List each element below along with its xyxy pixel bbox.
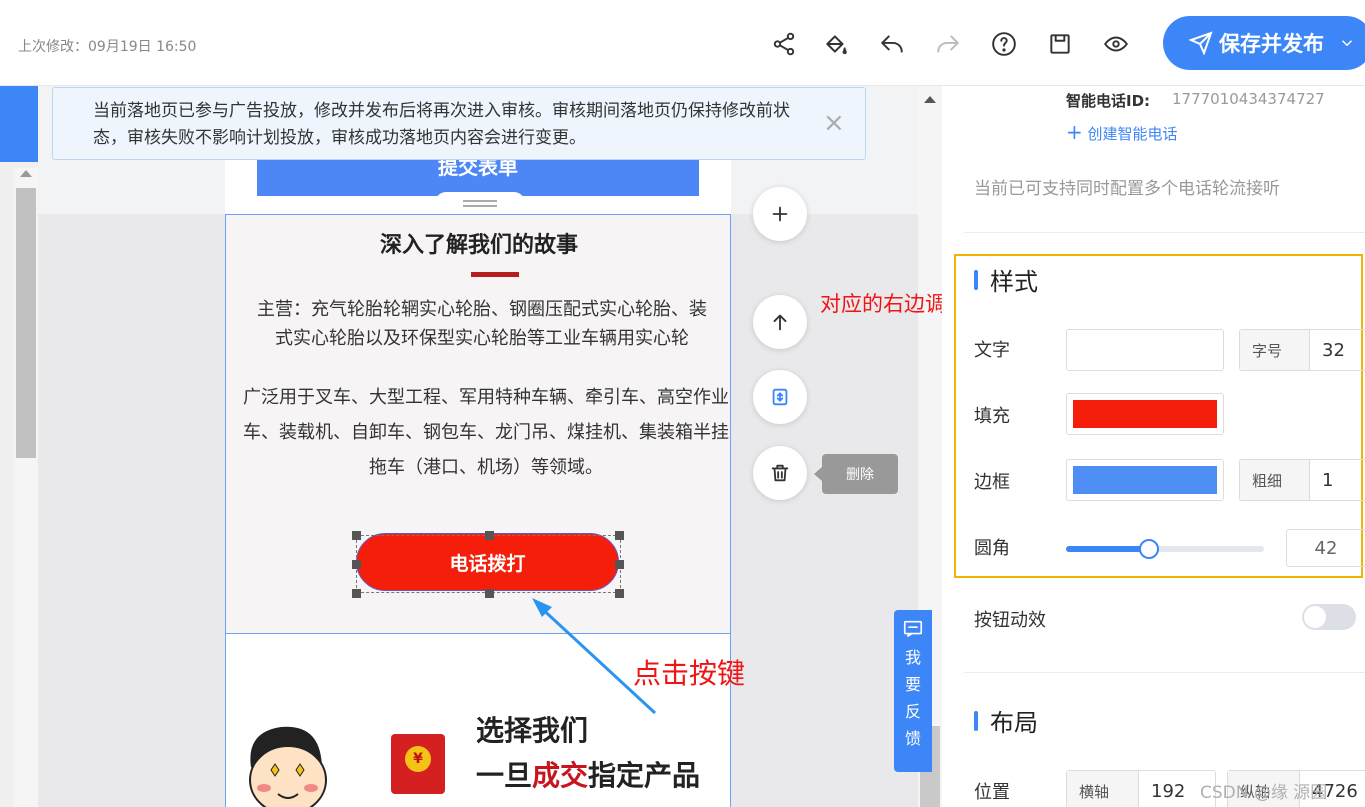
drag-handle[interactable] <box>435 192 525 214</box>
publish-label: 保存并发布 <box>1219 32 1324 56</box>
left-active-tab[interactable] <box>0 86 38 162</box>
phone-id-label: 智能电话ID: <box>1066 92 1151 110</box>
cartoon-boy-illustration <box>249 726 327 807</box>
annotation-arrow-icon <box>532 598 657 715</box>
layout-section-title: 布局 <box>990 709 1038 737</box>
vertical-resize-icon <box>772 388 788 406</box>
red-envelope-icon: ¥ <box>391 734 445 794</box>
border-thickness-input[interactable]: 粗细 1 <box>1239 459 1365 501</box>
create-smart-phone-link[interactable]: + 创建智能电话 <box>1066 120 1178 144</box>
choose-us-subheading: 一旦成交指定产品 <box>476 759 701 792</box>
button-animation-toggle[interactable] <box>1302 604 1356 630</box>
share-icon[interactable] <box>768 28 800 60</box>
story-p1-line1: 主营：充气轮胎轮辋实心轮胎、钢圈压配式实心轮胎、装 <box>257 299 707 320</box>
trash-icon <box>771 464 789 482</box>
resize-handle[interactable] <box>352 589 361 598</box>
save-icon[interactable] <box>1044 28 1076 60</box>
delete-tooltip: 删除 <box>814 454 898 494</box>
scroll-up-arrow-icon[interactable] <box>20 170 32 177</box>
save-and-publish-button[interactable]: 保存并发布 <box>1163 16 1365 70</box>
radius-slider[interactable] <box>1066 539 1264 559</box>
scroll-up-arrow-icon[interactable] <box>924 96 936 103</box>
last-modified-text: 上次修改：09月19日 16:50 <box>18 39 197 55</box>
undo-icon[interactable] <box>876 28 908 60</box>
text-color-picker[interactable] <box>1066 329 1224 371</box>
font-size-input[interactable]: 字号 32 <box>1239 329 1365 371</box>
close-icon[interactable]: × <box>823 108 845 138</box>
multi-phone-note: 当前已可支持同时配置多个电话轮流接听 <box>974 179 1280 199</box>
style-section-title: 样式 <box>990 268 1038 296</box>
scrollbar-thumb[interactable] <box>16 188 36 458</box>
adjust-height-button[interactable] <box>753 370 807 424</box>
resize-handle[interactable] <box>485 589 494 598</box>
border-color-picker[interactable] <box>1066 459 1224 501</box>
review-notice-banner: 当前落地页已参与广告投放，修改并发布后将再次进入审核。审核期间落地页仍保持修改前… <box>52 87 866 160</box>
text-color-label: 文字 <box>974 340 1010 361</box>
arrow-up-icon <box>773 314 787 331</box>
resize-handle[interactable] <box>485 531 494 540</box>
selected-section[interactable]: 深入了解我们的故事 主营：充气轮胎轮辋实心轮胎、钢圈压配式实心轮胎、装 式实心轮… <box>225 214 731 634</box>
submit-form-bar[interactable]: 提交表单 <box>257 154 699 196</box>
resize-handle[interactable] <box>615 531 624 540</box>
story-p1-line2: 式实心轮胎以及环保型实心轮胎等工业车辆用实心轮 <box>275 328 689 349</box>
button-animation-label: 按钮动效 <box>974 610 1046 631</box>
properties-panel: 智能电话ID: 1777010434374727 + 创建智能电话 当前已可支持… <box>942 86 1365 807</box>
x-position-input[interactable]: 横轴 192 <box>1066 770 1216 807</box>
feedback-icon <box>903 620 923 638</box>
fill-color-picker[interactable] <box>1066 393 1224 435</box>
feedback-tab[interactable]: 我 要 反 馈 <box>894 610 932 772</box>
redo-icon[interactable] <box>932 28 964 60</box>
story-paragraph-2: 广泛用于叉车、大型工程、军用特种车辆、牵引车、高空作业车、装载机、自卸车、钢包车… <box>243 387 729 478</box>
resize-handle[interactable] <box>352 531 361 540</box>
top-toolbar: 上次修改：09月19日 16:50 保存并发布 <box>0 0 1365 86</box>
left-scrollbar[interactable] <box>14 168 38 807</box>
position-label: 位置 <box>974 782 1010 803</box>
radius-label: 圆角 <box>974 538 1010 559</box>
resize-handle[interactable] <box>615 560 624 569</box>
help-icon[interactable] <box>988 28 1020 60</box>
story-title: 深入了解我们的故事 <box>379 233 578 258</box>
delete-button[interactable] <box>753 446 807 500</box>
send-icon <box>1189 31 1213 55</box>
title-underline <box>471 272 519 277</box>
fill-bucket-icon[interactable] <box>820 28 852 60</box>
story-paragraph-1: 主营：充气轮胎轮辋实心轮胎、钢圈压配式实心轮胎、装 式实心轮胎以及环保型实心轮胎… <box>225 295 731 353</box>
add-component-button[interactable] <box>753 187 807 241</box>
chevron-down-icon[interactable] <box>1338 34 1356 52</box>
coin-symbol: ¥ <box>405 746 431 772</box>
move-up-button[interactable] <box>753 295 807 349</box>
preview-eye-icon[interactable] <box>1100 28 1132 60</box>
phone-id-value: 1777010434374727 <box>1172 90 1325 108</box>
border-color-label: 边框 <box>974 472 1010 493</box>
notice-text: 当前落地页已参与广告投放，修改并发布后将再次进入审核。审核期间落地页仍保持修改前… <box>93 101 790 148</box>
watermark-text: CSDN @缘 源园 <box>1200 783 1328 803</box>
plus-icon <box>772 206 788 222</box>
radius-input[interactable]: 42 <box>1286 529 1365 567</box>
fill-color-label: 填充 <box>974 406 1010 427</box>
resize-handle[interactable] <box>352 560 361 569</box>
